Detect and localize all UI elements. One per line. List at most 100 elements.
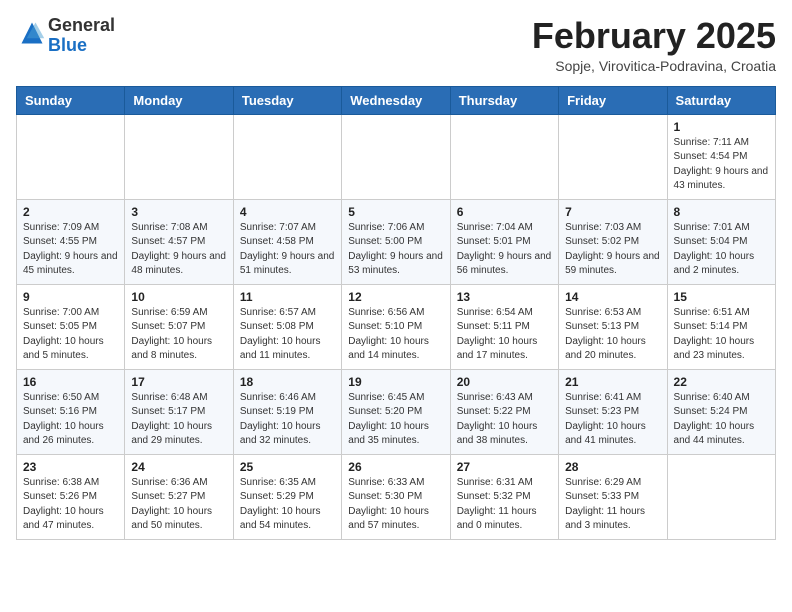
calendar-cell: 7 Sunrise: 7:03 AM Sunset: 5:02 PM Daylig… <box>559 199 667 284</box>
calendar-week-row: 16 Sunrise: 6:50 AM Sunset: 5:16 PM Dayli… <box>17 369 776 454</box>
calendar-cell: 17 Sunrise: 6:48 AM Sunset: 5:17 PM Dayli… <box>125 369 233 454</box>
weekday-header-tuesday: Tuesday <box>233 86 341 114</box>
page-header: General Blue February 2025 Sopje, Virovi… <box>16 16 776 74</box>
day-number: 14 <box>565 290 660 304</box>
calendar-cell: 16 Sunrise: 6:50 AM Sunset: 5:16 PM Dayli… <box>17 369 125 454</box>
calendar-cell <box>667 454 775 539</box>
day-number: 27 <box>457 460 552 474</box>
day-info: Sunrise: 7:01 AM Sunset: 5:04 PM Dayligh… <box>674 221 769 279</box>
calendar-cell <box>233 114 341 199</box>
day-number: 7 <box>565 205 660 219</box>
weekday-header-saturday: Saturday <box>667 86 775 114</box>
calendar-header: SundayMondayTuesdayWednesdayThursdayFrid… <box>17 86 776 114</box>
logo-blue-text: Blue <box>48 35 87 55</box>
day-number: 28 <box>565 460 660 474</box>
day-info: Sunrise: 6:36 AM Sunset: 5:27 PM Dayligh… <box>131 476 226 534</box>
calendar-cell: 12 Sunrise: 6:56 AM Sunset: 5:10 PM Dayli… <box>342 284 450 369</box>
weekday-header-sunday: Sunday <box>17 86 125 114</box>
calendar-cell: 9 Sunrise: 7:00 AM Sunset: 5:05 PM Daylig… <box>17 284 125 369</box>
calendar-cell: 23 Sunrise: 6:38 AM Sunset: 5:26 PM Dayli… <box>17 454 125 539</box>
day-info: Sunrise: 6:51 AM Sunset: 5:14 PM Dayligh… <box>674 306 769 364</box>
calendar-cell <box>17 114 125 199</box>
day-info: Sunrise: 7:04 AM Sunset: 5:01 PM Dayligh… <box>457 221 552 279</box>
weekday-header-thursday: Thursday <box>450 86 558 114</box>
calendar-cell: 20Sunrise: 6:43 AM Sunset: 5:22 PM Dayli… <box>450 369 558 454</box>
calendar-cell: 18 Sunrise: 6:46 AM Sunset: 5:19 PM Dayli… <box>233 369 341 454</box>
calendar-week-row: 2 Sunrise: 7:09 AM Sunset: 4:55 PM Daylig… <box>17 199 776 284</box>
day-info: Sunrise: 7:03 AM Sunset: 5:02 PM Dayligh… <box>565 221 660 279</box>
calendar-body: 1Sunrise: 7:11 AM Sunset: 4:54 PM Daylig… <box>17 114 776 539</box>
day-info: Sunrise: 6:48 AM Sunset: 5:17 PM Dayligh… <box>131 391 226 449</box>
day-number: 16 <box>23 375 118 389</box>
calendar-cell: 6 Sunrise: 7:04 AM Sunset: 5:01 PM Daylig… <box>450 199 558 284</box>
calendar-cell <box>125 114 233 199</box>
day-info: Sunrise: 7:08 AM Sunset: 4:57 PM Dayligh… <box>131 221 226 279</box>
day-info: Sunrise: 7:09 AM Sunset: 4:55 PM Dayligh… <box>23 221 118 279</box>
calendar-cell: 26 Sunrise: 6:33 AM Sunset: 5:30 PM Dayli… <box>342 454 450 539</box>
calendar-cell: 10 Sunrise: 6:59 AM Sunset: 5:07 PM Dayli… <box>125 284 233 369</box>
calendar-cell: 22 Sunrise: 6:40 AM Sunset: 5:24 PM Dayli… <box>667 369 775 454</box>
day-number: 10 <box>131 290 226 304</box>
day-number: 26 <box>348 460 443 474</box>
logo-general-text: General <box>48 15 115 35</box>
weekday-header-wednesday: Wednesday <box>342 86 450 114</box>
day-info: Sunrise: 6:54 AM Sunset: 5:11 PM Dayligh… <box>457 306 552 364</box>
day-info: Sunrise: 6:45 AM Sunset: 5:20 PM Dayligh… <box>348 391 443 449</box>
day-number: 17 <box>131 375 226 389</box>
logo-icon <box>18 19 46 47</box>
location-text: Sopje, Virovitica-Podravina, Croatia <box>532 58 776 74</box>
day-number: 5 <box>348 205 443 219</box>
calendar-cell: 25Sunrise: 6:35 AM Sunset: 5:29 PM Dayli… <box>233 454 341 539</box>
day-number: 15 <box>674 290 769 304</box>
day-info: Sunrise: 6:50 AM Sunset: 5:16 PM Dayligh… <box>23 391 118 449</box>
day-info: Sunrise: 6:46 AM Sunset: 5:19 PM Dayligh… <box>240 391 335 449</box>
calendar-week-row: 23 Sunrise: 6:38 AM Sunset: 5:26 PM Dayli… <box>17 454 776 539</box>
calendar-cell: 24 Sunrise: 6:36 AM Sunset: 5:27 PM Dayli… <box>125 454 233 539</box>
day-info: Sunrise: 6:59 AM Sunset: 5:07 PM Dayligh… <box>131 306 226 364</box>
day-info: Sunrise: 7:00 AM Sunset: 5:05 PM Dayligh… <box>23 306 118 364</box>
day-info: Sunrise: 6:33 AM Sunset: 5:30 PM Dayligh… <box>348 476 443 534</box>
day-number: 2 <box>23 205 118 219</box>
calendar-cell <box>450 114 558 199</box>
day-info: Sunrise: 6:41 AM Sunset: 5:23 PM Dayligh… <box>565 391 660 449</box>
day-number: 12 <box>348 290 443 304</box>
day-info: Sunrise: 7:11 AM Sunset: 4:54 PM Dayligh… <box>674 136 769 194</box>
calendar-cell: 13 Sunrise: 6:54 AM Sunset: 5:11 PM Dayli… <box>450 284 558 369</box>
day-number: 4 <box>240 205 335 219</box>
day-number: 13 <box>457 290 552 304</box>
calendar-cell: 15 Sunrise: 6:51 AM Sunset: 5:14 PM Dayli… <box>667 284 775 369</box>
day-number: 21 <box>565 375 660 389</box>
day-number: 19 <box>348 375 443 389</box>
day-info: Sunrise: 6:56 AM Sunset: 5:10 PM Dayligh… <box>348 306 443 364</box>
calendar-cell: 2 Sunrise: 7:09 AM Sunset: 4:55 PM Daylig… <box>17 199 125 284</box>
title-block: February 2025 Sopje, Virovitica-Podravin… <box>532 16 776 74</box>
day-number: 8 <box>674 205 769 219</box>
day-number: 18 <box>240 375 335 389</box>
day-info: Sunrise: 6:57 AM Sunset: 5:08 PM Dayligh… <box>240 306 335 364</box>
day-number: 6 <box>457 205 552 219</box>
day-number: 22 <box>674 375 769 389</box>
day-number: 24 <box>131 460 226 474</box>
calendar-week-row: 1Sunrise: 7:11 AM Sunset: 4:54 PM Daylig… <box>17 114 776 199</box>
calendar-cell: 3Sunrise: 7:08 AM Sunset: 4:57 PM Daylig… <box>125 199 233 284</box>
calendar-cell: 28Sunrise: 6:29 AM Sunset: 5:33 PM Dayli… <box>559 454 667 539</box>
day-number: 9 <box>23 290 118 304</box>
calendar-cell: 5 Sunrise: 7:06 AM Sunset: 5:00 PM Daylig… <box>342 199 450 284</box>
day-number: 11 <box>240 290 335 304</box>
calendar-cell: 8 Sunrise: 7:01 AM Sunset: 5:04 PM Daylig… <box>667 199 775 284</box>
day-info: Sunrise: 6:38 AM Sunset: 5:26 PM Dayligh… <box>23 476 118 534</box>
month-title: February 2025 <box>532 16 776 56</box>
calendar-cell <box>342 114 450 199</box>
calendar-cell: 21 Sunrise: 6:41 AM Sunset: 5:23 PM Dayli… <box>559 369 667 454</box>
calendar-cell: 27 Sunrise: 6:31 AM Sunset: 5:32 PM Dayli… <box>450 454 558 539</box>
day-info: Sunrise: 6:40 AM Sunset: 5:24 PM Dayligh… <box>674 391 769 449</box>
calendar-cell: 11 Sunrise: 6:57 AM Sunset: 5:08 PM Dayli… <box>233 284 341 369</box>
calendar-cell <box>559 114 667 199</box>
calendar-cell: 1Sunrise: 7:11 AM Sunset: 4:54 PM Daylig… <box>667 114 775 199</box>
day-info: Sunrise: 7:07 AM Sunset: 4:58 PM Dayligh… <box>240 221 335 279</box>
day-info: Sunrise: 6:31 AM Sunset: 5:32 PM Dayligh… <box>457 476 552 534</box>
day-info: Sunrise: 7:06 AM Sunset: 5:00 PM Dayligh… <box>348 221 443 279</box>
day-number: 23 <box>23 460 118 474</box>
day-info: Sunrise: 6:35 AM Sunset: 5:29 PM Dayligh… <box>240 476 335 534</box>
calendar-cell: 14Sunrise: 6:53 AM Sunset: 5:13 PM Dayli… <box>559 284 667 369</box>
